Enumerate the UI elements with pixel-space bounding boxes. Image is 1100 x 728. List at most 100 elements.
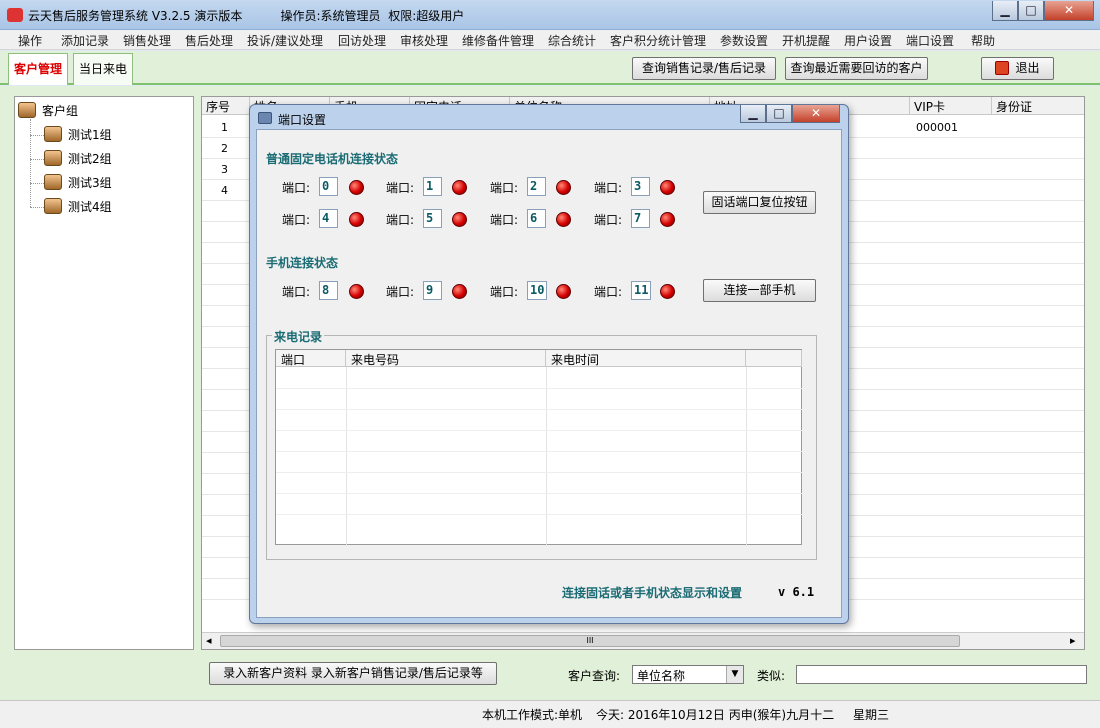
calls-col-port[interactable]: 端口 <box>276 350 346 367</box>
dialog-body: 普通固定电话机连接状态 端口: 0 端口: 1 端口: 2 端口: 3 固话端口… <box>256 129 842 618</box>
tree-item-group4[interactable]: 测试4组 <box>30 198 112 215</box>
dialog-maximize-button[interactable]: □ <box>766 105 792 123</box>
query-input[interactable] <box>796 665 1087 684</box>
tab-today-calls[interactable]: 当日来电 <box>73 53 134 85</box>
connect-mobile-button[interactable]: 连接一部手机 <box>703 279 816 302</box>
port-2-status-led <box>556 180 571 195</box>
port-6-field[interactable]: 6 <box>527 209 546 228</box>
tree-root-label: 客户组 <box>42 104 79 118</box>
row-index: 2 <box>221 142 228 155</box>
port-label: 端口: <box>594 285 623 299</box>
person-icon <box>44 126 62 142</box>
scroll-thumb[interactable]: III <box>220 635 960 647</box>
port-11-field[interactable]: 11 <box>631 281 651 300</box>
port-10-status-led <box>556 284 571 299</box>
tree-item-group1[interactable]: 测试1组 <box>30 126 112 143</box>
query-sales-button[interactable]: 查询销售记录/售后记录 <box>632 57 776 80</box>
menu-item-operate[interactable]: 操作 <box>18 32 42 49</box>
port-2-field[interactable]: 2 <box>527 177 546 196</box>
port-11-status-led <box>660 284 675 299</box>
dialog-footer-text: 连接固话或者手机状态显示和设置 <box>562 586 743 600</box>
tab-customer-management[interactable]: 客户管理 <box>8 53 69 85</box>
menu-item-complaints[interactable]: 投诉/建议处理 <box>247 32 323 49</box>
calls-col-extra <box>746 350 802 367</box>
mobile-section-title: 手机连接状态 <box>266 256 339 270</box>
port-1-field[interactable]: 1 <box>423 177 442 196</box>
similar-label: 类似: <box>757 669 786 683</box>
port-1-status-led <box>452 180 467 195</box>
port-3-field[interactable]: 3 <box>631 177 650 196</box>
horizontal-scrollbar[interactable]: ◂ III ▸ <box>202 632 1084 649</box>
menu-item-spare-parts[interactable]: 维修备件管理 <box>462 32 534 49</box>
port-label: 端口: <box>594 181 623 195</box>
close-button[interactable]: ✕ <box>1044 1 1094 21</box>
group-icon <box>18 102 36 118</box>
port-0-status-led <box>349 180 364 195</box>
customer-group-tree: 客户组 测试1组 测试2组 测试3组 测试4组 <box>14 96 194 650</box>
port-0-field[interactable]: 0 <box>319 177 338 196</box>
dialog-icon <box>258 112 272 124</box>
query-revisit-button[interactable]: 查询最近需要回访的客户 <box>785 57 928 80</box>
today-date: 今天: 2016年10月12日 丙申(猴年)九月十二 <box>596 708 835 722</box>
exit-button[interactable]: 退出 <box>981 57 1054 80</box>
minimize-button[interactable]: ▁ <box>992 1 1018 21</box>
scroll-right-arrow[interactable]: ▸ <box>1070 634 1076 647</box>
maximize-button[interactable]: □ <box>1018 1 1044 21</box>
port-7-field[interactable]: 7 <box>631 209 650 228</box>
scroll-left-arrow[interactable]: ◂ <box>206 634 212 647</box>
port-9-field[interactable]: 9 <box>423 281 442 300</box>
customer-query-label: 客户查询: <box>568 669 621 683</box>
menu-item-ports[interactable]: 端口设置 <box>906 32 954 49</box>
row-index: 1 <box>221 121 228 134</box>
port-10-field[interactable]: 10 <box>527 281 547 300</box>
port-label: 端口: <box>386 213 415 227</box>
tree-item-group3[interactable]: 测试3组 <box>30 174 112 191</box>
menu-item-help[interactable]: 帮助 <box>971 32 995 49</box>
col-header-vip[interactable]: VIP卡 <box>910 97 992 115</box>
port-label: 端口: <box>282 213 311 227</box>
tree-item-label: 测试3组 <box>68 176 112 190</box>
port-label: 端口: <box>490 285 519 299</box>
menu-item-after-sales[interactable]: 售后处理 <box>185 32 233 49</box>
menu-item-audit[interactable]: 审核处理 <box>400 32 448 49</box>
dialog-minimize-button[interactable]: ▁ <box>740 105 766 123</box>
menu-item-revisit[interactable]: 回访处理 <box>338 32 386 49</box>
port-label: 端口: <box>490 213 519 227</box>
port-label: 端口: <box>386 285 415 299</box>
port-6-status-led <box>556 212 571 227</box>
menu-item-add-record[interactable]: 添加记录 <box>61 32 109 49</box>
port-5-status-led <box>452 212 467 227</box>
menu-item-startup-reminder[interactable]: 开机提醒 <box>782 32 830 49</box>
tree-root[interactable]: 客户组 <box>18 102 78 119</box>
port-5-field[interactable]: 5 <box>423 209 442 228</box>
menu-item-params[interactable]: 参数设置 <box>720 32 768 49</box>
port-4-field[interactable]: 4 <box>319 209 338 228</box>
col-header-id[interactable]: 身份证 <box>992 97 1084 115</box>
add-customer-button[interactable]: 录入新客户资料 录入新客户销售记录/售后记录等 <box>209 662 497 685</box>
exit-label: 退出 <box>1015 61 1040 75</box>
calls-col-number[interactable]: 来电号码 <box>346 350 546 367</box>
port-8-field[interactable]: 8 <box>319 281 338 300</box>
dialog-title: 端口设置 <box>278 113 327 127</box>
menu-item-statistics[interactable]: 综合统计 <box>548 32 596 49</box>
col-header-index[interactable]: 序号 <box>202 97 250 115</box>
person-icon <box>44 150 62 166</box>
port-7-status-led <box>660 212 675 227</box>
calls-col-time[interactable]: 来电时间 <box>546 350 746 367</box>
work-mode: 本机工作模式:单机 <box>482 708 583 722</box>
person-icon <box>44 174 62 190</box>
version-label: v 6.1 <box>778 585 815 599</box>
query-field-select[interactable]: 单位名称 ▼ <box>632 665 744 684</box>
landline-section-title: 普通固定电话机连接状态 <box>266 152 399 166</box>
tree-item-label: 测试1组 <box>68 128 112 142</box>
port-label: 端口: <box>282 285 311 299</box>
port-4-status-led <box>349 212 364 227</box>
tab-strip <box>0 51 1100 85</box>
chevron-down-icon: ▼ <box>726 666 743 683</box>
menu-item-sales[interactable]: 销售处理 <box>123 32 171 49</box>
menu-item-points[interactable]: 客户积分统计管理 <box>610 32 706 49</box>
tree-item-group2[interactable]: 测试2组 <box>30 150 112 167</box>
dialog-close-button[interactable]: ✕ <box>792 105 840 123</box>
menu-item-users[interactable]: 用户设置 <box>844 32 892 49</box>
reset-landline-ports-button[interactable]: 固话端口复位按钮 <box>703 191 816 214</box>
